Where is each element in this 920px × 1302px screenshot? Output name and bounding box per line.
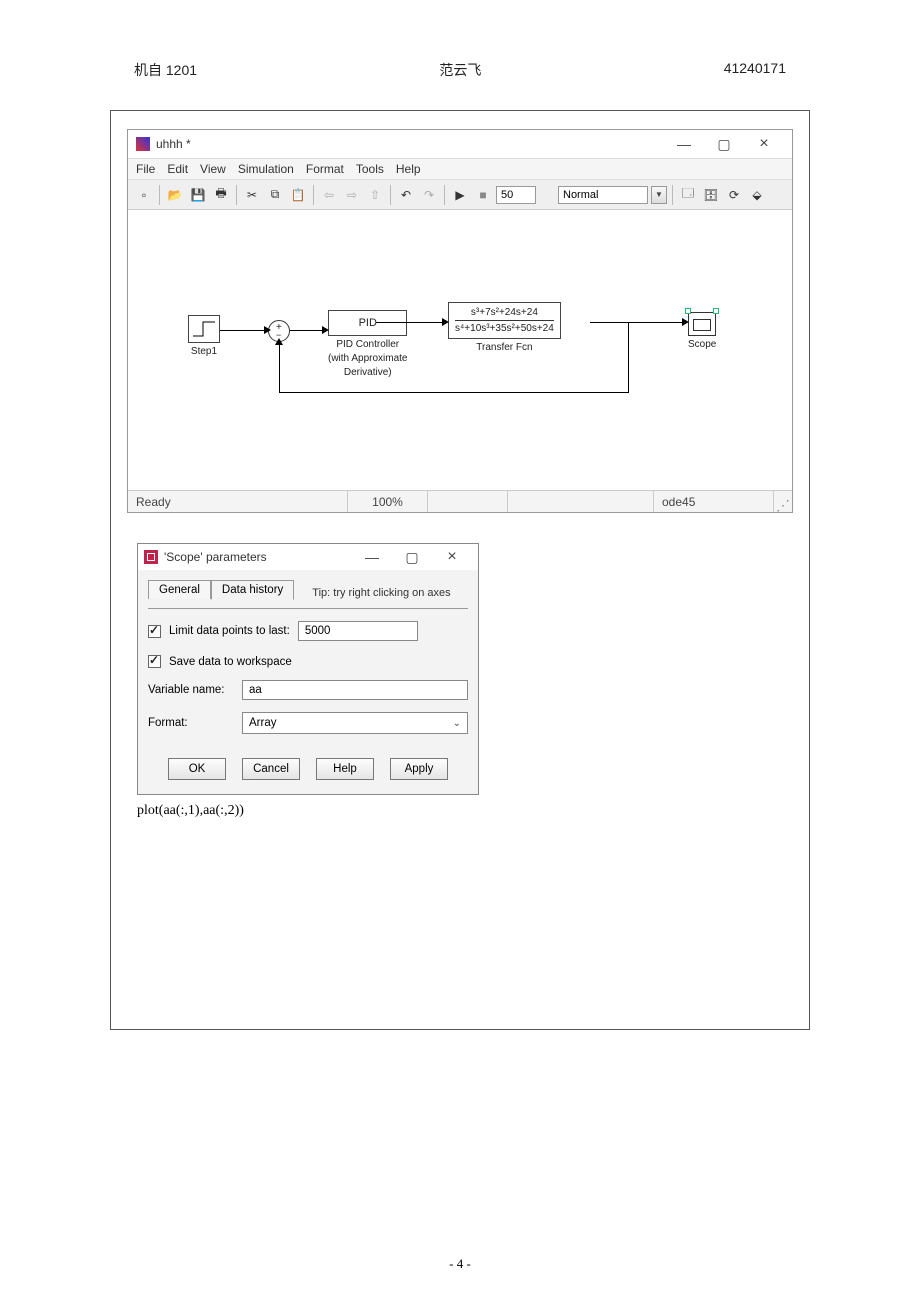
refresh-icon[interactable]: ⟳ (724, 185, 744, 205)
undo-icon[interactable]: ↶ (396, 185, 416, 205)
transfer-fcn-label: Transfer Fcn (448, 342, 561, 353)
toolbar: ▫ 📂 💾 🖶 ✂ ⧉ 📋 ⇦ ⇨ ⇧ ↶ ↷ ▶ ■ 50 (128, 180, 792, 210)
menu-help[interactable]: Help (396, 162, 421, 176)
format-value: Array (249, 717, 276, 729)
wire (376, 322, 446, 323)
ok-button[interactable]: OK (168, 758, 226, 780)
save-icon[interactable]: 💾 (188, 185, 208, 205)
model-explorer-icon[interactable]: 🗄 (701, 185, 721, 205)
app-icon (136, 137, 150, 151)
window-titlebar: uhhh * — ▢ × (128, 130, 792, 158)
window-title: uhhh * (156, 137, 664, 151)
menu-simulation[interactable]: Simulation (238, 162, 294, 176)
menu-bar: File Edit View Simulation Format Tools H… (128, 158, 792, 180)
arrow-icon (682, 318, 689, 326)
library-icon[interactable]: 🗔 (678, 185, 698, 205)
new-icon[interactable]: ▫ (134, 185, 154, 205)
status-ready: Ready (128, 491, 348, 512)
scope-parameters-dialog: 'Scope' parameters — ▢ × General Data hi… (137, 543, 479, 795)
run-icon[interactable]: ▶ (450, 185, 470, 205)
help-button[interactable]: Help (316, 758, 374, 780)
arrow-icon (442, 318, 449, 326)
page-number: - 4 - (0, 1256, 920, 1272)
dialog-tip: Tip: try right clicking on axes (312, 587, 450, 599)
step-block-label: Step1 (188, 346, 220, 357)
wire (279, 392, 629, 393)
tf-denominator: s⁴+10s³+35s²+50s+24 (455, 321, 554, 334)
tf-numerator: s³+7s²+24s+24 (455, 307, 554, 321)
transfer-fcn-block[interactable]: s³+7s²+24s+24 s⁴+10s³+35s²+50s+24 Transf… (448, 302, 561, 353)
dialog-close-button[interactable]: × (432, 548, 472, 566)
stop-time-field[interactable]: 50 (496, 186, 536, 204)
save-workspace-label: Save data to workspace (169, 656, 292, 668)
status-empty2 (508, 491, 654, 512)
maximize-button[interactable]: ▢ (704, 136, 744, 153)
simulation-mode-field[interactable]: Normal (558, 186, 648, 204)
document-frame: uhhh * — ▢ × File Edit View Simulation F… (110, 110, 810, 1030)
arrow-icon (322, 326, 329, 334)
tab-general[interactable]: General (148, 580, 211, 599)
format-select[interactable]: Array ⌄ (242, 712, 468, 734)
wire (590, 322, 686, 323)
page-header-center: 范云飞 (439, 60, 481, 80)
pid-block[interactable]: PID PID Controller (with Approximate Der… (328, 310, 407, 378)
limit-data-checkbox[interactable] (148, 625, 161, 638)
wire (628, 322, 629, 392)
menu-file[interactable]: File (136, 162, 155, 176)
cancel-button[interactable]: Cancel (242, 758, 300, 780)
paste-icon[interactable]: 📋 (288, 185, 308, 205)
dialog-minimize-button[interactable]: — (352, 549, 392, 565)
up-icon[interactable]: ⇧ (365, 185, 385, 205)
status-solver: ode45 (654, 491, 774, 512)
variable-name-field[interactable]: aa (242, 680, 468, 700)
cut-icon[interactable]: ✂ (242, 185, 262, 205)
format-label: Format: (148, 717, 234, 729)
redo-icon[interactable]: ↷ (419, 185, 439, 205)
pid-block-label2: (with Approximate (328, 353, 407, 364)
step-block[interactable]: Step1 (188, 315, 220, 357)
close-button[interactable]: × (744, 135, 784, 153)
status-zoom: 100% (348, 491, 428, 512)
print-icon[interactable]: 🖶 (211, 185, 231, 205)
menu-format[interactable]: Format (306, 162, 344, 176)
arrow-icon (264, 326, 271, 334)
open-icon[interactable]: 📂 (165, 185, 185, 205)
simulink-window: uhhh * — ▢ × File Edit View Simulation F… (127, 129, 793, 513)
arrow-icon (275, 338, 283, 345)
page-header-left: 机自 1201 (134, 60, 197, 80)
status-bar: Ready 100% ode45 (128, 490, 792, 512)
page-header-right: 41240171 (724, 60, 786, 80)
scope-block[interactable]: Scope (688, 312, 716, 350)
pid-block-label1: PID Controller (328, 339, 407, 350)
resize-grip-icon[interactable] (774, 491, 792, 512)
wire (220, 330, 268, 331)
scope-block-label: Scope (688, 339, 716, 350)
apply-button[interactable]: Apply (390, 758, 448, 780)
minimize-button[interactable]: — (664, 136, 704, 152)
wire (290, 330, 326, 331)
menu-tools[interactable]: Tools (356, 162, 384, 176)
menu-view[interactable]: View (200, 162, 226, 176)
variable-name-label: Variable name: (148, 684, 234, 696)
dialog-title: 'Scope' parameters (164, 550, 352, 564)
back-icon[interactable]: ⇦ (319, 185, 339, 205)
dialog-maximize-button[interactable]: ▢ (392, 549, 432, 566)
matlab-command: plot(aa(:,1),aa(:,2)) (137, 803, 805, 819)
limit-data-value[interactable]: 5000 (298, 621, 418, 641)
pid-block-label3: Derivative) (328, 367, 407, 378)
tab-data-history[interactable]: Data history (211, 580, 294, 600)
stop-icon[interactable]: ■ (473, 185, 493, 205)
menu-edit[interactable]: Edit (167, 162, 188, 176)
forward-icon[interactable]: ⇨ (342, 185, 362, 205)
wire (279, 342, 280, 392)
save-workspace-checkbox[interactable] (148, 655, 161, 668)
status-empty1 (428, 491, 508, 512)
build-icon[interactable]: ⬙ (747, 185, 767, 205)
simulation-mode-dropdown[interactable]: ▼ (651, 186, 667, 204)
chevron-down-icon: ⌄ (453, 718, 461, 729)
limit-data-label: Limit data points to last: (169, 625, 290, 637)
dialog-icon (144, 550, 158, 564)
model-canvas[interactable]: Step1 PID PID Controller (with Approxima… (128, 210, 792, 490)
copy-icon[interactable]: ⧉ (265, 185, 285, 205)
